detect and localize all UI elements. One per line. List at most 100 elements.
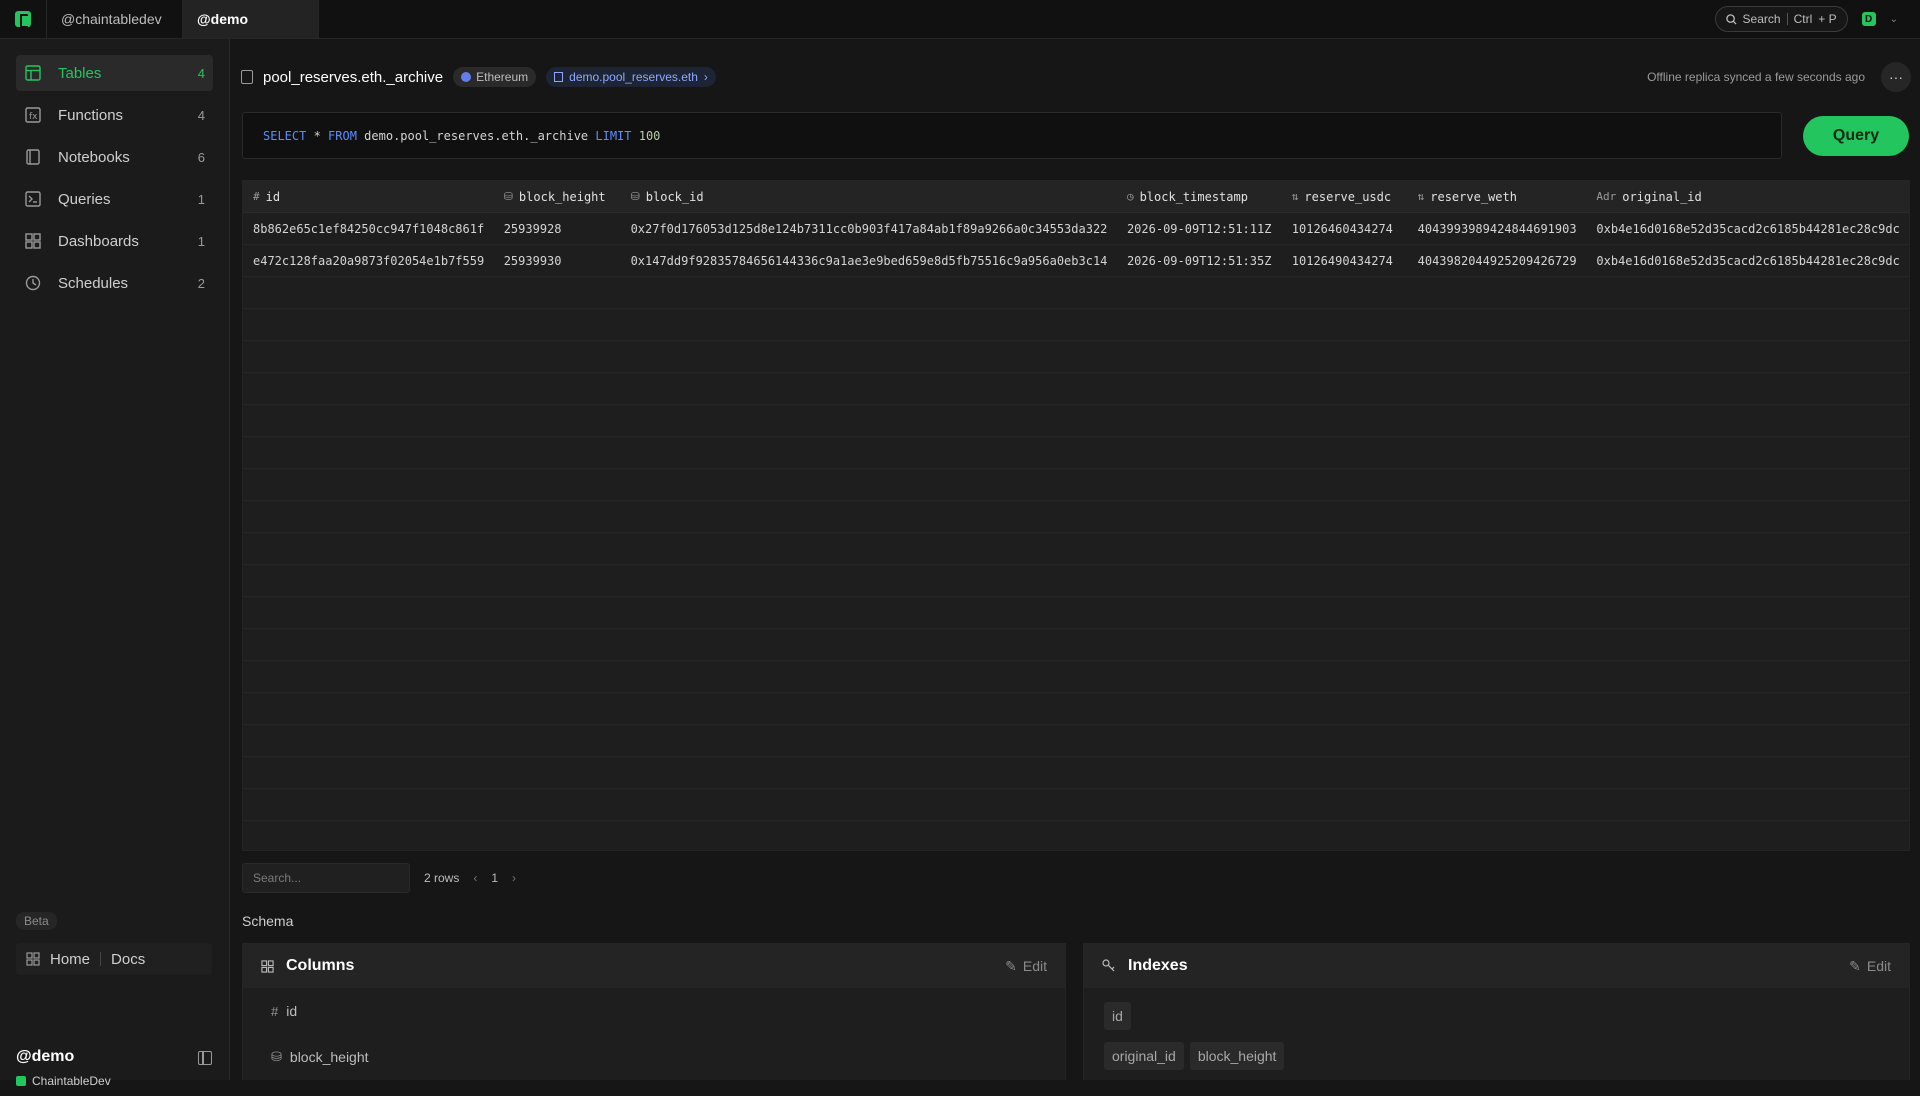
table-cell[interactable]: 0xb4e16d0168e52d35cacd2c6185b44281ec28c9…	[1586, 222, 1909, 236]
edit-columns-button[interactable]: ✎ Edit	[1005, 958, 1047, 975]
sidebar-item-count: 1	[197, 191, 205, 207]
grid-header-row: # id ⛁ block_height ⛁ block_id ◷ block_times…	[243, 181, 1909, 213]
sidebar-item-functions[interactable]: fx Functions 4	[16, 97, 213, 133]
table-icon	[241, 70, 253, 84]
column-header-reserve-usdc[interactable]: ⇅ reserve_usdc	[1282, 190, 1408, 204]
column-header-label: block_height	[518, 189, 606, 204]
empty-row	[243, 629, 1909, 661]
schema-column-item[interactable]: ⛁ block_height	[243, 1034, 1065, 1080]
table-cell[interactable]: 25939928	[494, 222, 621, 236]
schema-title: Schema	[242, 913, 294, 929]
sidebar-item-label: Tables	[58, 64, 102, 82]
sidebar-item-dashboards[interactable]: Dashboards 1	[16, 223, 213, 259]
table-cell[interactable]: e472c128faa20a9873f02054e1b7f559	[243, 254, 494, 268]
search-separator	[1786, 13, 1788, 25]
table-row[interactable]: e472c128faa20a9873f02054e1b7f559 2593993…	[243, 245, 1909, 277]
schema-column-name: block_height	[289, 1049, 369, 1065]
table-cell[interactable]: 4043993989424844691903	[1408, 222, 1587, 236]
sql-keyword-limit: LIMIT	[595, 128, 632, 143]
page-number[interactable]: 1	[491, 871, 498, 885]
table-row[interactable]: 8b862e65c1ef84250cc947f1048c861f 2593992…	[243, 213, 1909, 245]
clock-icon: ◷	[1126, 190, 1134, 203]
sidebar-nav: Tables 4 fx Functions 4 Notebooks 6 Quer…	[0, 39, 229, 323]
index-chip[interactable]: id	[1104, 1002, 1131, 1030]
table-cell[interactable]: 2026-09-09T12:51:35Z	[1117, 254, 1282, 268]
app-logo[interactable]	[0, 0, 47, 38]
sidebar-item-tables[interactable]: Tables 4	[16, 55, 213, 91]
table-link-icon	[554, 72, 564, 82]
index-row: id	[1104, 1002, 1889, 1030]
empty-row	[243, 757, 1909, 789]
table-cell[interactable]: 10126490434274	[1282, 254, 1408, 268]
index-key-icon	[1102, 959, 1115, 972]
table-link-chip[interactable]: demo.pool_reserves.eth ›	[546, 67, 716, 87]
table-cell[interactable]: 0x147dd9f92835784656144336c9a1ae3e9bed65…	[621, 254, 1117, 268]
prev-page-button[interactable]: ‹	[473, 871, 477, 885]
run-query-button[interactable]: Query	[1803, 116, 1909, 156]
sidebar-item-queries[interactable]: Queries 1	[16, 181, 213, 217]
numeric-icon: ⇅	[1417, 190, 1425, 203]
table-cell[interactable]: 10126460434274	[1282, 222, 1408, 236]
user-avatar[interactable]: D	[1861, 12, 1876, 26]
workspace-tab-chaintabledev[interactable]: @chaintabledev	[47, 0, 183, 38]
home-link[interactable]: Home	[50, 951, 90, 968]
column-header-block-timestamp[interactable]: ◷ block_timestamp	[1117, 190, 1282, 204]
column-header-block-id[interactable]: ⛁ block_id	[621, 190, 1117, 204]
column-header-id[interactable]: # id	[243, 190, 494, 204]
column-header-reserve-weth[interactable]: ⇅ reserve_weth	[1408, 190, 1587, 204]
column-header-label: block_timestamp	[1139, 189, 1248, 204]
grid-search-input[interactable]	[242, 863, 410, 893]
sql-star: *	[306, 128, 329, 143]
clock-icon	[24, 274, 42, 292]
sidebar-item-notebooks[interactable]: Notebooks 6	[16, 139, 213, 175]
sidebar-item-count: 6	[197, 149, 205, 165]
column-header-original-id[interactable]: Adr original_id	[1586, 190, 1909, 204]
table-cell[interactable]: 0xb4e16d0168e52d35cacd2c6185b44281ec28c9…	[1586, 254, 1909, 268]
index-chip[interactable]: block_height	[1189, 1042, 1285, 1070]
column-header-block-height[interactable]: ⛁ block_height	[494, 190, 621, 204]
sidebar-item-label: Queries	[58, 190, 111, 208]
table-header: pool_reserves.eth._archive Ethereum demo…	[241, 62, 1911, 92]
index-chip[interactable]: original_id	[1104, 1042, 1184, 1070]
org-switcher[interactable]: ChaintableDev	[16, 1074, 212, 1088]
table-cell[interactable]: 25939930	[494, 254, 621, 268]
numeric-icon: ⇅	[1291, 190, 1299, 203]
workspace-tab-demo[interactable]: @demo	[183, 0, 319, 38]
sql-table: demo.pool_reserves.eth._archive	[356, 128, 596, 143]
docs-link[interactable]: Docs	[111, 951, 145, 968]
block-icon: ⛁	[503, 190, 513, 203]
next-page-button[interactable]: ›	[512, 871, 516, 885]
sidebar-item-schedules[interactable]: Schedules 2	[16, 265, 213, 301]
chain-label: Ethereum	[476, 70, 529, 84]
sidebar-item-label: Notebooks	[58, 148, 130, 166]
sidebar-item-count: 4	[197, 65, 205, 81]
chevron-down-icon[interactable]: ⌄	[1890, 14, 1898, 25]
sql-editor[interactable]: SELECT * FROM demo.pool_reserves.eth._ar…	[242, 112, 1782, 159]
schema-column-item[interactable]: # id	[243, 988, 1065, 1034]
empty-row	[243, 277, 1909, 309]
table-cell[interactable]: 2026-09-09T12:51:11Z	[1117, 222, 1282, 236]
global-search-button[interactable]: Search Ctrl + P	[1714, 6, 1848, 32]
table-cell[interactable]: 8b862e65c1ef84250cc947f1048c861f	[243, 222, 494, 236]
home-docs-divider	[100, 952, 102, 966]
empty-row	[243, 501, 1909, 533]
table-name: pool_reserves.eth._archive	[263, 68, 444, 86]
top-bar: @chaintabledev @demo Search Ctrl + P D ⌄	[0, 0, 1920, 39]
chaintable-logo-icon	[15, 11, 31, 28]
ethereum-icon	[461, 72, 472, 82]
empty-row	[243, 789, 1909, 821]
table-cell[interactable]: 0x27f0d176053d125d8e124b7311cc0b903f417a…	[621, 222, 1117, 236]
empty-row	[243, 821, 1909, 850]
index-row: original_id block_height	[1104, 1042, 1889, 1070]
more-options-button[interactable]: ···	[1881, 62, 1911, 92]
column-header-label: original_id	[1622, 189, 1702, 204]
columns-panel-header: Columns ✎ Edit	[243, 944, 1065, 988]
empty-row	[243, 469, 1909, 501]
sql-keyword-select: SELECT	[263, 128, 307, 143]
table-cell[interactable]: 4043982044925209426729	[1408, 254, 1587, 268]
chain-badge: Ethereum	[453, 67, 537, 87]
sidebar-collapse-icon[interactable]	[198, 1051, 212, 1065]
row-count: 2 rows	[424, 871, 460, 885]
empty-row	[243, 437, 1909, 469]
edit-indexes-button[interactable]: ✎ Edit	[1849, 958, 1891, 975]
